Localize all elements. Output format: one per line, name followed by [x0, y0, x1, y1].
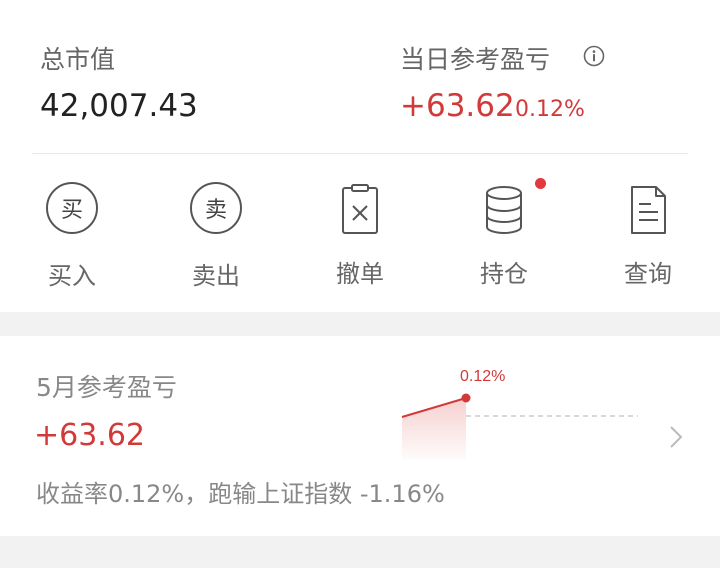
sell-icon: 卖 [190, 182, 242, 234]
sparkline-point-label: 0.12% [460, 368, 505, 385]
monthly-pnl-sparkline: 0.12% [401, 368, 638, 460]
total-market-value: 42,007.43 [40, 88, 198, 124]
holdings-label: 持仓 [480, 260, 528, 288]
divider [32, 153, 688, 154]
query-label: 查询 [624, 260, 672, 288]
buy-icon: 买 [46, 182, 98, 234]
cancel-order-icon [342, 184, 378, 234]
buy-label: 买入 [48, 262, 96, 290]
total-market-value-label: 总市值 [40, 45, 116, 74]
daily-pnl-percent: 0.12% [515, 97, 585, 122]
daily-pnl-value: +63.62 [400, 88, 515, 124]
info-icon[interactable] [583, 45, 605, 67]
monthly-pnl-card[interactable]: 5月参考盈亏 +63.62 收益率0.12%，跑输上证指数 -1.16% 0.1… [0, 336, 720, 536]
chevron-right-icon[interactable] [664, 422, 688, 452]
sell-button[interactable]: 卖 卖出 [166, 180, 266, 291]
holdings-icon [486, 186, 522, 234]
cancel-order-label: 撤单 [336, 260, 384, 288]
monthly-pnl-value: +63.62 [34, 418, 146, 453]
daily-pnl-label: 当日参考盈亏 [400, 45, 551, 74]
account-summary-card: 总市值 42,007.43 当日参考盈亏 +63.62 0.12% 买 买入 卖… [0, 0, 720, 312]
sell-label: 卖出 [192, 262, 240, 290]
buy-button[interactable]: 买 买入 [22, 180, 122, 291]
monthly-pnl-title: 5月参考盈亏 [36, 373, 177, 402]
holdings-button[interactable]: 持仓 [454, 178, 554, 289]
query-button[interactable]: 查询 [598, 180, 698, 289]
monthly-return-description: 收益率0.12%，跑输上证指数 -1.16% [36, 480, 445, 508]
sparkline-point [461, 393, 471, 403]
notification-dot [535, 178, 546, 189]
cancel-order-button[interactable]: 撤单 [310, 180, 410, 289]
query-icon [631, 186, 666, 234]
